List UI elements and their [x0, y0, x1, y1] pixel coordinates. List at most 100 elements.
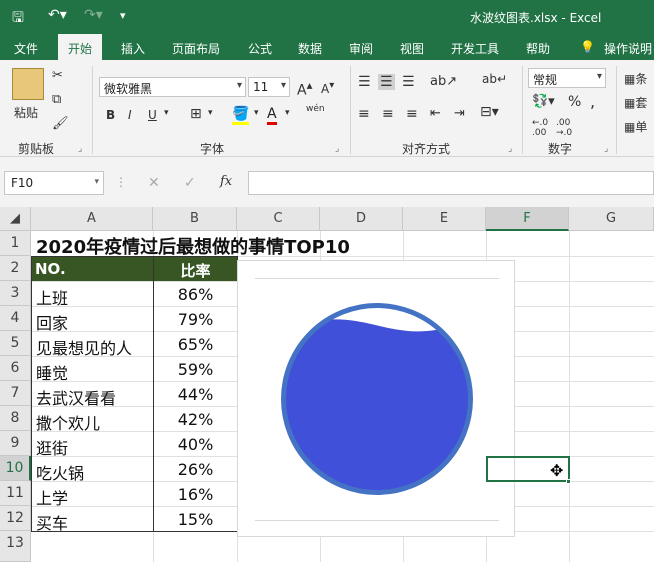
select-all-corner[interactable]: ◢ [0, 207, 31, 231]
customize-toolbar-icon[interactable]: ▾ [120, 9, 126, 22]
row-header-4[interactable]: 4 [0, 306, 31, 331]
column-header-f[interactable]: F [486, 207, 569, 231]
underline-dropdown-icon[interactable]: ▾ [164, 108, 169, 118]
tab-file[interactable]: 文件 [14, 40, 38, 57]
row-header-1[interactable]: 1 [0, 231, 31, 256]
font-size-select[interactable]: 11 ▾ [248, 77, 290, 97]
font-name-select[interactable]: 微软雅黑 ▾ [99, 77, 246, 97]
increase-decimal-icon[interactable]: ←.0.00 [532, 118, 548, 138]
number-group-label: 数字 [548, 142, 573, 156]
font-color-icon[interactable]: A [267, 106, 277, 125]
row-header-5[interactable]: 5 [0, 331, 31, 356]
column-header-g[interactable]: G [569, 207, 654, 231]
tab-data[interactable]: 数据 [298, 40, 322, 57]
fill-color-dropdown-icon[interactable]: ▾ [254, 108, 259, 118]
fill-color-icon[interactable]: 🪣 [232, 106, 250, 125]
water-wave-chart[interactable] [237, 260, 515, 537]
column-header-b[interactable]: B [153, 207, 237, 231]
decrease-font-icon[interactable]: A▾ [321, 80, 334, 96]
paste-button[interactable]: 粘贴 [14, 104, 38, 121]
worksheet[interactable]: ◢ A B C D E F G 1 2 3 4 5 6 7 8 9 10 11 … [0, 207, 654, 562]
water-fill [285, 319, 469, 491]
undo-icon[interactable]: ↶▾ [48, 7, 67, 23]
decrease-decimal-icon[interactable]: .00 →.0 [556, 118, 572, 138]
cell-styles-icon[interactable]: ▦单 [624, 118, 647, 135]
save-icon[interactable]: 🖫 [12, 7, 24, 31]
format-as-table-label: 套 [635, 96, 648, 110]
row-header-6[interactable]: 6 [0, 356, 31, 381]
format-painter-icon[interactable]: 🖌 [52, 116, 69, 131]
percent-button[interactable]: % [568, 94, 581, 110]
row-header-9[interactable]: 9 [0, 431, 31, 456]
format-as-table-icon[interactable]: ▦套 [624, 94, 647, 111]
row-header-3[interactable]: 3 [0, 281, 31, 306]
tab-insert[interactable]: 插入 [121, 40, 145, 57]
italic-button[interactable]: I [128, 108, 132, 122]
confirm-icon[interactable]: ✓ [184, 175, 196, 191]
tab-review[interactable]: 审阅 [349, 40, 373, 57]
column-header-c[interactable]: C [237, 207, 320, 231]
ribbon-tabs: 文件 开始 插入 页面布局 公式 数据 审阅 视图 开发工具 帮助 💡 操作说明 [0, 34, 654, 60]
wrap-text-icon[interactable]: ab↵ [482, 72, 507, 86]
borders-icon[interactable]: ⊞ [190, 106, 202, 122]
tab-tell-me[interactable]: 操作说明 [604, 40, 652, 57]
row-header-8[interactable]: 8 [0, 406, 31, 431]
ribbon-separator [92, 66, 93, 154]
cut-icon[interactable]: ✂ [52, 68, 63, 83]
merge-center-icon[interactable]: ⊟▾ [480, 104, 499, 120]
bold-button[interactable]: B [106, 108, 115, 122]
font-size-value: 11 [253, 80, 269, 94]
insert-function-icon[interactable]: fx [220, 174, 232, 189]
font-name-value: 微软雅黑 [104, 82, 153, 96]
tab-home[interactable]: 开始 [58, 34, 103, 60]
align-top-icon[interactable]: ☰ [358, 74, 371, 90]
row-header-7[interactable]: 7 [0, 381, 31, 406]
font-color-dropdown-icon[interactable]: ▾ [285, 108, 290, 118]
column-header-a[interactable]: A [31, 207, 153, 231]
redo-icon[interactable]: ↷▾ [84, 7, 103, 23]
align-left-icon[interactable]: ≡ [358, 106, 370, 122]
row-header-12[interactable]: 12 [0, 506, 31, 531]
increase-indent-icon[interactable]: ⇥ [454, 106, 465, 121]
formula-input[interactable] [248, 171, 654, 195]
lightbulb-icon[interactable]: 💡 [580, 40, 595, 54]
alignment-group-label: 对齐方式 [402, 142, 451, 156]
decrease-indent-icon[interactable]: ⇤ [430, 106, 441, 121]
align-right-icon[interactable]: ≡ [406, 106, 418, 122]
tab-developer[interactable]: 开发工具 [451, 40, 499, 57]
tab-page-layout[interactable]: 页面布局 [172, 40, 220, 57]
conditional-format-icon[interactable]: ▦条 [624, 70, 647, 87]
increase-font-icon[interactable]: A▴ [297, 78, 312, 99]
tab-formulas[interactable]: 公式 [248, 40, 272, 57]
comma-style-button[interactable]: , [590, 92, 595, 111]
clipboard-launcher-icon[interactable]: ⌟ [78, 144, 82, 154]
font-launcher-icon[interactable]: ⌟ [335, 144, 339, 154]
underline-button[interactable]: U [148, 108, 157, 122]
fill-handle[interactable] [566, 479, 571, 484]
orientation-icon[interactable]: ab↗ [430, 74, 457, 89]
currency-icon[interactable]: 💱▾ [532, 94, 555, 109]
row-header-2[interactable]: 2 [0, 256, 31, 281]
row-header-11[interactable]: 11 [0, 481, 31, 506]
title-bar: 🖫 ↶▾ ↷▾ ▾ 水波纹图表.xlsx - Excel [0, 0, 654, 34]
number-launcher-icon[interactable]: ⌟ [604, 144, 608, 154]
name-box[interactable]: F10 ▾ [4, 171, 104, 195]
row-header-13[interactable]: 13 [0, 531, 31, 562]
cancel-icon[interactable]: ✕ [148, 175, 160, 191]
tab-view[interactable]: 视图 [400, 40, 424, 57]
align-middle-icon[interactable]: ☰ [378, 74, 395, 90]
copy-icon[interactable]: ⧉ [52, 92, 61, 107]
font-group-label: 字体 [200, 142, 225, 156]
tab-help[interactable]: 帮助 [526, 40, 550, 57]
column-header-d[interactable]: D [320, 207, 403, 231]
alignment-launcher-icon[interactable]: ⌟ [508, 144, 512, 154]
paste-icon[interactable] [12, 68, 44, 100]
sheet-title-cell[interactable]: 2020年疫情过后最想做的事情TOP10 [33, 231, 353, 258]
phonetic-guide-icon[interactable]: wén [306, 104, 325, 114]
borders-dropdown-icon[interactable]: ▾ [208, 108, 213, 118]
number-format-select[interactable]: 常规 ▾ [528, 68, 606, 88]
align-center-icon[interactable]: ≡ [382, 106, 394, 122]
column-header-e[interactable]: E [403, 207, 486, 231]
align-bottom-icon[interactable]: ☰ [402, 74, 415, 90]
row-header-10[interactable]: 10 [0, 456, 31, 481]
